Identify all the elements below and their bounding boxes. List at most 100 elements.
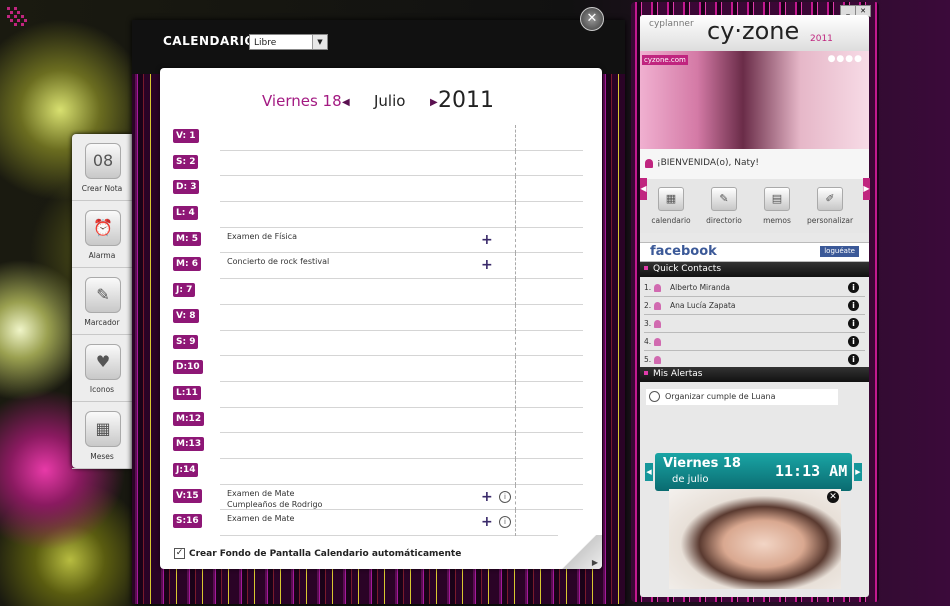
tool-marcador[interactable]: ✎ Marcador [72,268,132,335]
current-month-label: Julio [374,92,406,110]
info-icon[interactable]: i [848,336,859,347]
heart-bubble-icon[interactable]: ♥ [85,344,121,380]
contact-row[interactable]: 3. i [644,316,865,333]
day-row[interactable]: J: 7 [173,279,583,305]
info-icon[interactable]: i [499,490,511,503]
row-dash-divider [515,510,516,536]
day-badge: M:12 [173,411,205,426]
wallpaper-checkbox-row[interactable]: ✓ Crear Fondo de Pantalla Calendario auto… [174,548,461,559]
info-icon[interactable]: i [848,354,859,365]
clock-time: 11:13 AM [775,462,848,480]
nav-prev-arrow-icon[interactable]: ◀ [640,178,647,200]
day-badge: M: 5 [173,231,201,246]
day-list: V: 1 S: 2 D: 3 L: 4 M: 5 Examen de Física + M: … [173,125,583,536]
row-dash-divider [515,356,516,382]
nav-next-arrow-icon[interactable]: ▶ [863,178,870,200]
add-event-icon[interactable]: + [481,515,493,529]
event-text[interactable]: Concierto de rock festival [227,256,329,267]
day-row[interactable]: D: 3 [173,176,583,203]
tool-meses[interactable]: ▦ Meses [72,402,132,469]
brush-icon[interactable]: ✐ [817,187,843,211]
cyzone-nav: ▦ calendario ✎ directorio ▤ memos ✐ personaliza… [640,179,869,233]
nav-calendario[interactable]: ▦ calendario [648,187,694,225]
cyzone-panel: _ ✕ cyplanner cy·zone 2011 cyzone.com ●●… [640,5,871,597]
tool-iconos[interactable]: ♥ Iconos [72,335,132,402]
directory-icon[interactable]: ✎ [711,187,737,211]
close-window-button[interactable]: ✕ [580,7,604,31]
row-dash-divider [515,125,516,151]
event-line: Examen de Mate [227,488,295,498]
day-row[interactable]: V: 8 [173,304,583,331]
event-text[interactable]: Examen de Física [227,231,297,242]
nav-memos[interactable]: ▤ memos [754,187,800,225]
day-badge: S: 2 [173,154,199,169]
day-row[interactable]: M: 6 Concierto de rock festival + [173,253,583,280]
day-badge: D: 3 [173,180,200,195]
clock-next-arrow-icon[interactable]: ▶ [854,463,862,481]
next-month-arrow-icon[interactable]: ▶ [430,97,438,108]
month-grid-icon[interactable]: ▦ [85,411,121,447]
contact-row[interactable]: 1. Alberto Miranda i [644,280,865,297]
info-icon[interactable]: i [499,516,511,529]
contact-number: 3. [644,319,652,328]
row-dash-divider [515,407,516,434]
row-dash-divider [515,150,516,177]
wallpaper-checkbox[interactable]: ✓ [174,548,185,559]
row-dash-divider [515,330,516,357]
banner-pager[interactable]: ●●●● [828,54,863,64]
cyzone-subtitle: cyplanner [649,19,694,29]
day-row[interactable]: V: 1 [173,125,583,151]
day-row[interactable]: J:14 [173,458,583,485]
calendar-mode-select[interactable]: Libre ▼ [249,34,328,50]
user-icon [645,159,653,168]
info-icon[interactable]: i [848,300,859,311]
contact-name: Alberto Miranda [670,283,730,292]
alert-item[interactable]: Organizar cumple de Luana [646,389,838,405]
event-text[interactable]: Examen de Mate Cumpleaños de Rodrigo [227,488,322,510]
day-row[interactable]: L: 4 [173,202,583,228]
event-text[interactable]: Examen de Mate [227,513,294,524]
add-event-icon[interactable]: + [481,490,493,504]
tool-crear-nota[interactable]: 08 Crear Nota [72,134,132,201]
day-badge: M:13 [173,437,205,452]
tool-sidebar: 08 Crear Nota ⏰ Alarma ✎ Marcador ♥ Iconos ▦ Mese… [72,134,132,469]
day-row[interactable]: L:11 [173,381,583,408]
nav-directorio[interactable]: ✎ directorio [701,187,747,225]
row-divider [220,535,583,536]
day-row[interactable]: S: 9 [173,330,583,357]
contact-row[interactable]: 4. i [644,334,865,351]
day-row[interactable]: D:10 [173,356,583,382]
contact-row[interactable]: 2. Ana Lucía Zapata i [644,298,865,315]
nav-personalizar[interactable]: ✐ personalizar [807,187,853,225]
calendar-icon[interactable]: ▦ [658,187,684,211]
promo-banner[interactable]: cyzone.com ●●●● [640,51,869,149]
info-icon[interactable]: i [848,318,859,329]
info-icon[interactable]: i [848,282,859,293]
add-event-icon[interactable]: + [481,233,493,247]
memo-icon[interactable]: ▤ [764,187,790,211]
day-row[interactable]: M:13 [173,433,583,459]
person-icon [654,356,661,364]
day-row[interactable]: M: 5 Examen de Física + [173,227,583,254]
calendar-note-icon[interactable]: 08 [85,143,121,179]
day-row[interactable]: M:12 [173,407,583,434]
prev-month-arrow-icon[interactable]: ◀ [342,97,350,108]
row-dash-divider [515,458,516,485]
day-row[interactable]: S:16 Examen de Mate + i [173,510,583,536]
date-navigation: Viernes 18 ◀ Julio ▶ 2011 [160,88,602,118]
app-logo-icon[interactable] [6,6,28,28]
chevron-down-icon[interactable]: ▼ [312,35,327,49]
current-day-label: Viernes 18 [262,92,342,110]
day-row[interactable]: V:15 Examen de Mate Cumpleaños de Rodrigo +… [173,484,583,511]
alarm-clock-icon[interactable]: ⏰ [85,210,121,246]
tool-alarma[interactable]: ⏰ Alarma [72,201,132,268]
facebook-login-button[interactable]: loguéate [820,246,859,257]
facebook-logo: facebook [650,244,717,259]
day-row[interactable]: S: 2 [173,150,583,177]
ad-image[interactable]: ✕ [669,489,841,589]
clock-prev-arrow-icon[interactable]: ◀ [645,463,653,481]
marker-icon[interactable]: ✎ [85,277,121,313]
close-ad-icon[interactable]: ✕ [827,491,839,503]
next-page-arrow-icon[interactable]: ▶ [592,558,598,567]
add-event-icon[interactable]: + [481,258,493,272]
